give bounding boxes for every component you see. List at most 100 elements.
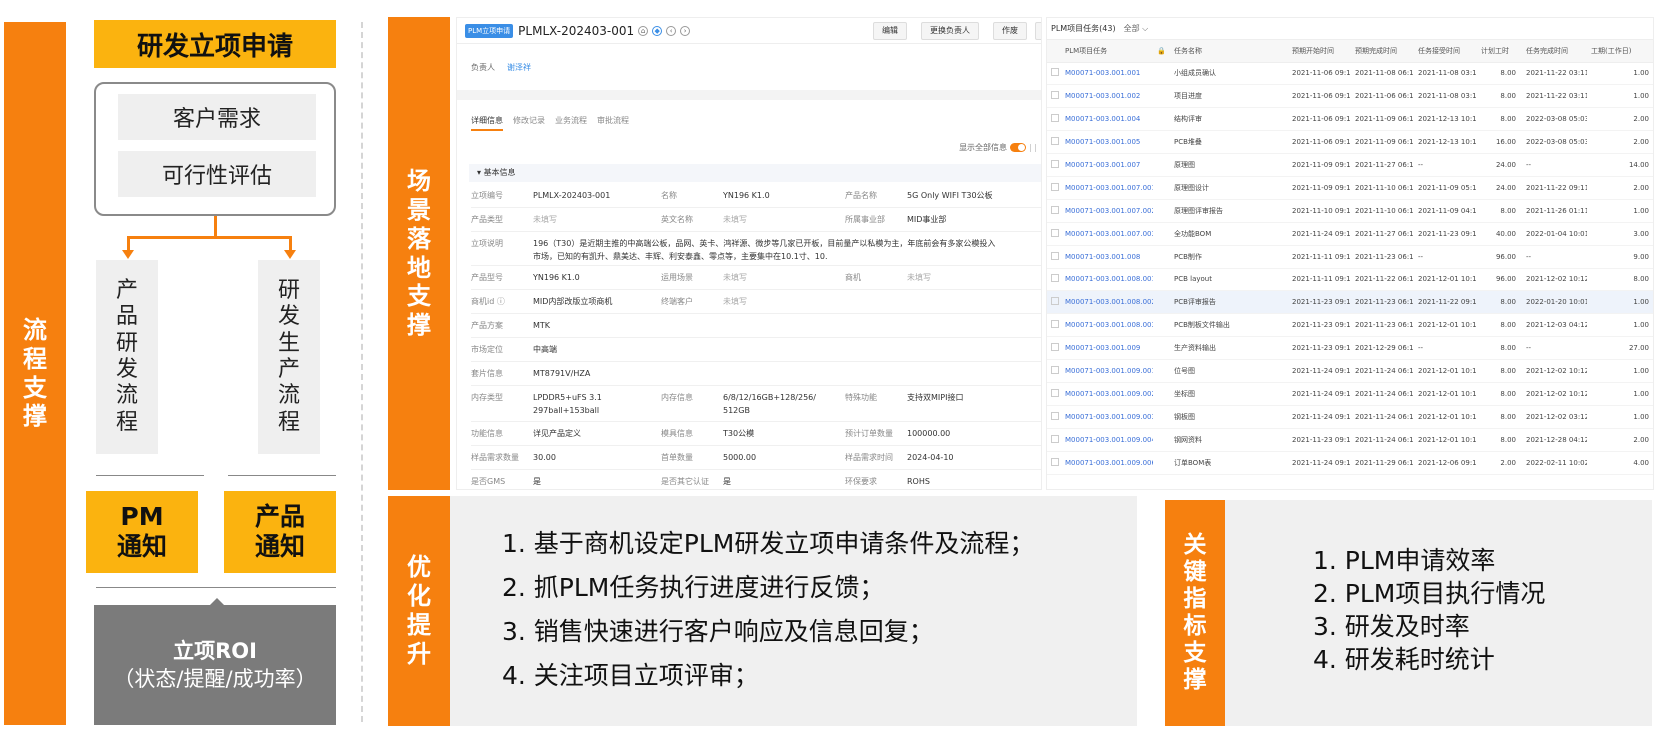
column-header[interactable]: 计划工时 — [1477, 40, 1522, 63]
table-row[interactable]: M00071-003.001.009.003 钢板图 2021-11-24 09:1… — [1047, 405, 1653, 429]
column-header[interactable]: PLM项目任务 — [1061, 40, 1153, 63]
column-header[interactable]: 工期(工作日) — [1587, 40, 1653, 63]
table-row[interactable]: M00071-003.001.004 结构评审 2021-11-06 09:11 20… — [1047, 107, 1653, 132]
table-row[interactable]: M00071-003.001.009.004 钢网资料 2021-11-23 09:… — [1047, 428, 1653, 452]
edit-button[interactable]: 编辑 — [873, 22, 907, 40]
owner-name-link[interactable]: 谢泽祥 — [507, 63, 531, 72]
task-code-link[interactable]: M00071-003.001.001 — [1061, 62, 1153, 86]
row-checkbox[interactable] — [1047, 336, 1061, 361]
row-checkbox[interactable] — [1047, 451, 1061, 475]
task-count-label: PLM项目任务(43) — [1051, 24, 1116, 33]
table-row[interactable]: M00071-003.001.008.003 PCB制板文件输出 2021-11-2… — [1047, 313, 1653, 338]
task-code-link[interactable]: M00071-003.001.005 — [1061, 130, 1153, 155]
table-row[interactable]: M00071-003.001.007.002 原理图评审报告 2021-11-10 … — [1047, 199, 1653, 223]
table-row[interactable]: M00071-003.001.007.001 原理图设计 2021-11-09 09… — [1047, 176, 1653, 200]
column-header[interactable]: 预期完成时间 — [1351, 40, 1414, 63]
task-code-link[interactable]: M00071-003.001.008.002 — [1061, 290, 1153, 315]
table-row[interactable]: M00071-003.001.008.001 PCB layout 2021-11-… — [1047, 268, 1653, 292]
rd-production-flow-text: 研发生产流程 — [278, 278, 300, 436]
row-checkbox[interactable] — [1047, 62, 1061, 86]
task-code-link[interactable]: M00071-003.001.007.002 — [1061, 199, 1153, 223]
task-code-link[interactable]: M00071-003.001.009.004 — [1061, 428, 1153, 452]
column-header[interactable]: 任务完成时间 — [1522, 40, 1587, 63]
table-cell: 2021-11-24 09:11 — [1288, 222, 1351, 246]
row-checkbox[interactable] — [1047, 130, 1061, 155]
row-checkbox[interactable] — [1047, 290, 1061, 315]
tab-details[interactable]: 详细信息 — [471, 115, 503, 131]
row-checkbox[interactable] — [1047, 245, 1061, 269]
task-filter-dropdown[interactable]: 全部 ⌵ — [1124, 23, 1149, 34]
select-all-column[interactable] — [1047, 40, 1061, 63]
table-row[interactable]: M00071-003.001.009.002 坐标图 2021-11-24 09:1… — [1047, 382, 1653, 406]
table-cell: 2021-11-11 09:11 — [1288, 245, 1351, 269]
table-row[interactable]: M00071-003.001.005 PCB堆叠 2021-11-06 09:11 2… — [1047, 130, 1653, 155]
table-cell: 2021-11-23 06:11 — [1351, 290, 1414, 315]
lock-icon[interactable]: ⌂ — [638, 25, 649, 36]
row-checkbox[interactable] — [1047, 382, 1061, 406]
vertical-char: 升 — [407, 639, 431, 668]
row-checkbox[interactable] — [1047, 313, 1061, 338]
tab-business-flow[interactable]: 业务流程 — [555, 115, 587, 131]
task-code-link[interactable]: M00071-003.001.007.001 — [1061, 176, 1153, 200]
task-code-link[interactable]: M00071-003.001.007 — [1061, 153, 1153, 177]
table-cell: 2021-11-08 03:11 — [1414, 62, 1477, 86]
field-label: 运用场景 — [661, 273, 693, 282]
void-button[interactable]: 作废 — [993, 22, 1027, 40]
chevron-left-icon[interactable]: ‹ — [666, 25, 677, 36]
column-header[interactable]: 任务接受时间 — [1414, 40, 1477, 63]
column-header[interactable]: 任务名称 — [1170, 40, 1288, 63]
table-row[interactable]: M00071-003.001.009 生产资料输出 2021-11-23 09:11… — [1047, 336, 1653, 361]
table-cell — [1153, 199, 1170, 223]
show-all-toggle[interactable] — [1010, 143, 1027, 152]
tab-approval-flow[interactable]: 审批流程 — [597, 115, 629, 131]
table-row[interactable]: M00071-003.001.001 小组成员确认 2021-11-06 09:11… — [1047, 62, 1653, 86]
row-checkbox[interactable] — [1047, 176, 1061, 200]
row-checkbox[interactable] — [1047, 405, 1061, 429]
pm-notification-line2: 通知 — [116, 532, 167, 561]
task-code-link[interactable]: M00071-003.001.009.001 — [1061, 359, 1153, 383]
task-code-link[interactable]: M00071-003.001.009.002 — [1061, 382, 1153, 406]
table-row[interactable]: M00071-003.001.007.003 全功能BOM 2021-11-24 0… — [1047, 222, 1653, 246]
change-owner-button[interactable]: 更换负责人 — [921, 22, 979, 40]
task-code-link[interactable]: M00071-003.001.008.001 — [1061, 268, 1153, 292]
table-row[interactable]: M00071-003.001.008 PCB制作 2021-11-11 09:11 2… — [1047, 245, 1653, 269]
table-cell: 40.00 — [1477, 222, 1522, 246]
row-checkbox[interactable] — [1047, 222, 1061, 246]
table-row[interactable]: M00071-003.001.007 原理图 2021-11-09 09:11 202… — [1047, 153, 1653, 177]
table-row[interactable]: M00071-003.001.009.006 订单BOM表 2021-11-24 0… — [1047, 451, 1653, 475]
task-code-link[interactable]: M00071-003.001.004 — [1061, 107, 1153, 132]
tab-change-log[interactable]: 修改记录 — [513, 115, 545, 131]
row-checkbox[interactable] — [1047, 84, 1061, 109]
table-row[interactable]: M00071-003.001.008.002 PCB评审报告 2021-11-23 … — [1047, 290, 1653, 315]
chevron-right-icon[interactable]: › — [680, 25, 691, 36]
task-code-link[interactable]: M00071-003.001.008.003 — [1061, 313, 1153, 338]
row-checkbox[interactable] — [1047, 428, 1061, 452]
task-code-link[interactable]: M00071-003.001.002 — [1061, 84, 1153, 109]
tag-icon[interactable]: ◆ — [652, 25, 663, 36]
detail-row: 产品方案 MTK — [471, 314, 1041, 338]
table-row[interactable]: M00071-003.001.002 项目进度 2021-11-06 09:11 20… — [1047, 84, 1653, 109]
column-header[interactable]: 预期开始时间 — [1288, 40, 1351, 63]
task-code-link[interactable]: M00071-003.001.009 — [1061, 336, 1153, 361]
table-cell — [1153, 222, 1170, 246]
vertical-char: 研 — [277, 277, 300, 303]
row-checkbox[interactable] — [1047, 268, 1061, 292]
table-cell: 钢网资料 — [1170, 428, 1288, 452]
row-checkbox[interactable] — [1047, 359, 1061, 383]
row-checkbox[interactable] — [1047, 107, 1061, 132]
basic-info-section[interactable]: ▾ 基本信息 — [469, 164, 1041, 182]
vertical-char: 品 — [115, 304, 138, 330]
task-code-link[interactable]: M00071-003.001.009.003 — [1061, 405, 1153, 429]
row-checkbox[interactable] — [1047, 199, 1061, 223]
more-button[interactable] — [1035, 22, 1041, 40]
roi-subtitle: （状态/提醒/成功率） — [113, 667, 317, 691]
connector-left — [127, 236, 130, 250]
row-checkbox[interactable] — [1047, 153, 1061, 177]
task-code-link[interactable]: M00071-003.001.008 — [1061, 245, 1153, 269]
detail-header: PLM立项申请 PLMLX-202403-001 ⌂ ◆ ‹ › 编辑 更换负责… — [457, 18, 1041, 44]
table-row[interactable]: M00071-003.001.009.001 位号图 2021-11-24 09:1… — [1047, 359, 1653, 383]
task-code-link[interactable]: M00071-003.001.009.006 — [1061, 451, 1153, 475]
table-cell: 1.00 — [1587, 290, 1653, 315]
task-code-link[interactable]: M00071-003.001.007.003 — [1061, 222, 1153, 246]
lock-icon[interactable]: 🔒 — [1153, 40, 1170, 63]
